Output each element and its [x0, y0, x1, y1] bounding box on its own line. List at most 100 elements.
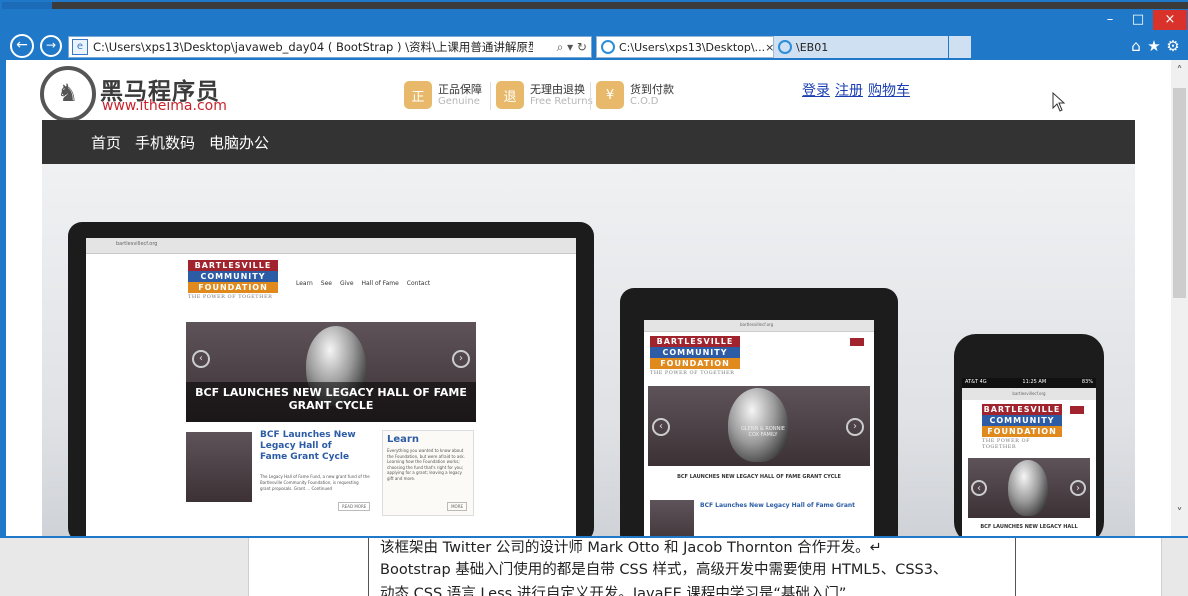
vertical-scrollbar[interactable]: ˄ ˅: [1171, 60, 1188, 536]
phone-headline: BCF LAUNCHES NEW LEGACY HALL: [980, 524, 1078, 530]
tablet-browser-chrome: bartlesvillecf.org: [644, 320, 874, 332]
mini-hero-image: ‹ › BCF LAUNCHES NEW LEGACY HALL OF FAME…: [186, 322, 476, 422]
mini-url: bartlesvillecf.org: [116, 241, 158, 247]
tablet-next-arrow-icon: ›: [846, 418, 864, 436]
bcf-line-1: BARTLESVILLE: [188, 260, 278, 271]
shield-icon: 正: [404, 81, 432, 109]
phone-hero-image: ‹ ›: [968, 458, 1090, 518]
tablet-headline: BCF LAUNCHES NEW LEGACY HALL OF FAME GRA…: [677, 474, 841, 480]
tablet-bcf-logo: BARTLESVILLE COMMUNITY FOUNDATION THE PO…: [650, 336, 740, 376]
gear-icon[interactable]: ⚙: [1164, 36, 1182, 56]
monitor-screen: bartlesvillecf.org BARTLESVILLE COMMUNIT…: [86, 238, 576, 536]
forward-button[interactable]: →: [40, 35, 62, 57]
maximize-button[interactable]: □: [1125, 10, 1151, 30]
browser-window: – □ × ← → e C:\Users\xps13\Desktop\javaw…: [0, 0, 1188, 538]
mini-next-arrow-icon: ›: [452, 350, 470, 368]
trophy-image: [728, 388, 788, 462]
tab-label: C:\Users\xps13\Desktop\...: [619, 40, 766, 54]
mini-browser-chrome: bartlesvillecf.org: [86, 238, 576, 254]
close-button[interactable]: ×: [1153, 10, 1187, 30]
phone-screen: AT&T 4G 11:25 AM 83% bartlesvillecf.org …: [962, 378, 1096, 536]
mini-prev-arrow-icon: ‹: [192, 350, 210, 368]
register-link[interactable]: 注册: [835, 83, 863, 99]
tab-label: \EB01: [796, 40, 829, 54]
mouse-cursor-icon: [1052, 92, 1066, 112]
delivery-icon: ¥: [596, 81, 624, 109]
tab-inactive[interactable]: \EB01: [774, 36, 948, 58]
scroll-down-icon[interactable]: ˅: [1171, 506, 1188, 522]
phone-time: 11:25 AM: [1022, 379, 1047, 385]
tablet-trophy-text: GLENN & RONNIE COX FAMILY: [741, 426, 785, 438]
document-text-line-2: Bootstrap 基础入门使用的都是自带 CSS 样式，高级开发中需要使用 H…: [380, 562, 948, 578]
bcf-line-2: COMMUNITY: [650, 347, 740, 358]
promo-title: 货到付款: [630, 82, 674, 96]
mini-learn-box: Learn Everything you wanted to know abou…: [382, 430, 474, 516]
device-tablet: bartlesvillecf.org BARTLESVILLE COMMUNIT…: [620, 288, 898, 536]
cart-link[interactable]: 购物车: [868, 83, 910, 99]
bcf-logo: BARTLESVILLE COMMUNITY FOUNDATION THE PO…: [188, 260, 278, 300]
mini-headline: BCF LAUNCHES NEW LEGACY HALL OF FAME GRA…: [186, 382, 476, 422]
address-bar[interactable]: e C:\Users\xps13\Desktop\javaweb_day04 (…: [68, 36, 592, 58]
bcf-tagline: THE POWER OF TOGETHER: [188, 294, 273, 300]
tab-close-icon[interactable]: ×: [765, 41, 773, 54]
mini-menu-item: Hall of Fame: [361, 280, 399, 287]
tablet-prev-arrow-icon: ‹: [652, 418, 670, 436]
document-text-line-3: 动态 CSS 语言 Less 进行自定义开发。JavaEE 课程中学习是“基础入…: [380, 586, 847, 596]
tab-active[interactable]: C:\Users\xps13\Desktop\... ×: [596, 36, 774, 58]
page-icon: e: [72, 39, 88, 55]
mini-learn-title: Learn: [387, 434, 419, 445]
bcf-line-3: FOUNDATION: [188, 282, 278, 293]
page-viewport: ♞ 黑马程序员 www.itheima.com 正 正品保障 Genuine 退…: [6, 60, 1171, 536]
scrollbar-thumb[interactable]: [1173, 88, 1186, 298]
favorites-star-icon[interactable]: ★: [1145, 36, 1163, 56]
mini-read-more-button: READ MORE: [338, 502, 371, 511]
minimize-button[interactable]: –: [1097, 10, 1123, 30]
logo-icon[interactable]: ♞: [40, 66, 96, 122]
bcf-line-3: FOUNDATION: [982, 426, 1062, 437]
new-tab-button[interactable]: [949, 36, 971, 58]
bcf-line-3: FOUNDATION: [650, 358, 740, 369]
mini-menu-item: Learn: [296, 280, 313, 287]
bcf-line-1: BARTLESVILLE: [982, 404, 1062, 415]
divider: [490, 82, 491, 110]
mini-site-menu: Learn See Give Hall of Fame Contact: [296, 280, 430, 287]
address-search-refresh-icons[interactable]: ⌕ ▾ ↻: [557, 40, 587, 55]
scroll-up-icon[interactable]: ˄: [1171, 64, 1188, 80]
home-icon[interactable]: ⌂: [1127, 36, 1145, 56]
main-nav-bar: 首页 手机数码 电脑办公: [42, 120, 1135, 164]
promo-title: 无理由退换: [530, 82, 585, 96]
phone-url: bartlesvillecf.org: [962, 388, 1096, 400]
bcf-line-2: COMMUNITY: [982, 415, 1062, 426]
divider: [590, 82, 591, 110]
phone-battery: 83%: [1081, 379, 1093, 385]
promo-subtitle: Genuine: [438, 95, 480, 107]
bcf-line-2: COMMUNITY: [188, 271, 278, 282]
nav-item-computers[interactable]: 电脑办公: [209, 132, 269, 153]
phone-status-bar: AT&T 4G 11:25 AM 83%: [962, 378, 1096, 388]
ie-icon: [601, 40, 615, 54]
promo-title: 正品保障: [438, 82, 482, 96]
back-button[interactable]: ←: [10, 34, 34, 58]
bcf-line-1: BARTLESVILLE: [650, 336, 740, 347]
bcf-tagline: THE POWER OF TOGETHER: [650, 370, 735, 376]
mini-menu-item: See: [320, 280, 332, 287]
taskbar-strip: [2, 2, 1188, 9]
login-link[interactable]: 登录: [802, 83, 830, 99]
nav-item-home[interactable]: 首页: [91, 132, 121, 153]
phone-next-arrow-icon: ›: [1070, 480, 1086, 496]
mini-more-button: MORE: [447, 502, 467, 511]
device-monitor: bartlesvillecf.org BARTLESVILLE COMMUNIT…: [68, 222, 594, 536]
tablet-menu-icon: [850, 338, 864, 346]
mini-story-text: The Legacy Hall of Fame Fund, a new gran…: [260, 474, 370, 491]
bcf-tagline: THE POWER OF TOGETHER: [982, 438, 1031, 450]
trophy-image: [1008, 460, 1048, 516]
hero-carousel-image[interactable]: bartlesvillecf.org BARTLESVILLE COMMUNIT…: [42, 164, 1135, 536]
phone-prev-arrow-icon: ‹: [971, 480, 987, 496]
address-input[interactable]: C:\Users\xps13\Desktop\javaweb_day04 ( B…: [93, 39, 533, 55]
nav-item-phones[interactable]: 手机数码: [135, 132, 195, 153]
return-icon: 退: [496, 81, 524, 109]
promo-genuine: 正 正品保障 Genuine: [404, 80, 482, 110]
mini-menu-item: Contact: [406, 280, 431, 287]
mini-story-title: BCF Launches New Legacy Hall of Fame Gra…: [260, 430, 356, 462]
logo-url: www.itheima.com: [102, 98, 227, 114]
